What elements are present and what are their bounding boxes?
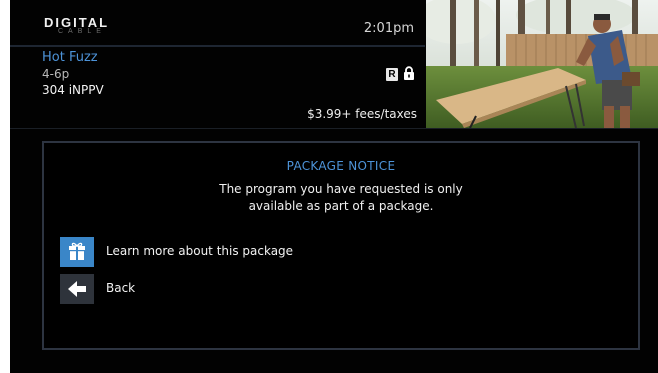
tv-guide-screen: DIGITAL CABLE 2:01pm Hot Fuzz 4-6p 304 i… (10, 0, 658, 373)
header-bottom-divider (10, 128, 658, 129)
price-label: $3.99+ fees/taxes (307, 107, 417, 121)
program-channel: 304 iNPPV (42, 83, 104, 97)
program-title: Hot Fuzz (42, 50, 98, 65)
back-arrow-icon (60, 274, 94, 304)
learn-more-package-option[interactable]: Learn more about this package (60, 237, 460, 267)
live-preview-video[interactable] (426, 0, 658, 128)
dialog-message-line-1: The program you have requested is only (219, 182, 463, 196)
program-time: 4-6p (42, 67, 70, 81)
header-divider (10, 45, 425, 47)
dialog-title: PACKAGE NOTICE (286, 159, 396, 173)
dialog-message: The program you have requested is only a… (191, 181, 491, 215)
back-option[interactable]: Back (60, 274, 460, 304)
package-notice-dialog: PACKAGE NOTICE The program you have requ… (42, 141, 640, 350)
digital-cable-logo: DIGITAL CABLE (44, 15, 124, 39)
back-label: Back (106, 281, 136, 295)
dialog-message-line-2: available as part of a package. (248, 199, 434, 213)
clock: 2:01pm (363, 21, 414, 36)
logo-sub-text: CABLE (58, 28, 106, 35)
rating-badge: R (386, 68, 398, 81)
program-info-header: DIGITAL CABLE 2:01pm Hot Fuzz 4-6p 304 i… (10, 0, 658, 128)
gift-package-icon (60, 237, 94, 267)
learn-more-label: Learn more about this package (106, 244, 294, 258)
lock-icon (404, 66, 414, 80)
